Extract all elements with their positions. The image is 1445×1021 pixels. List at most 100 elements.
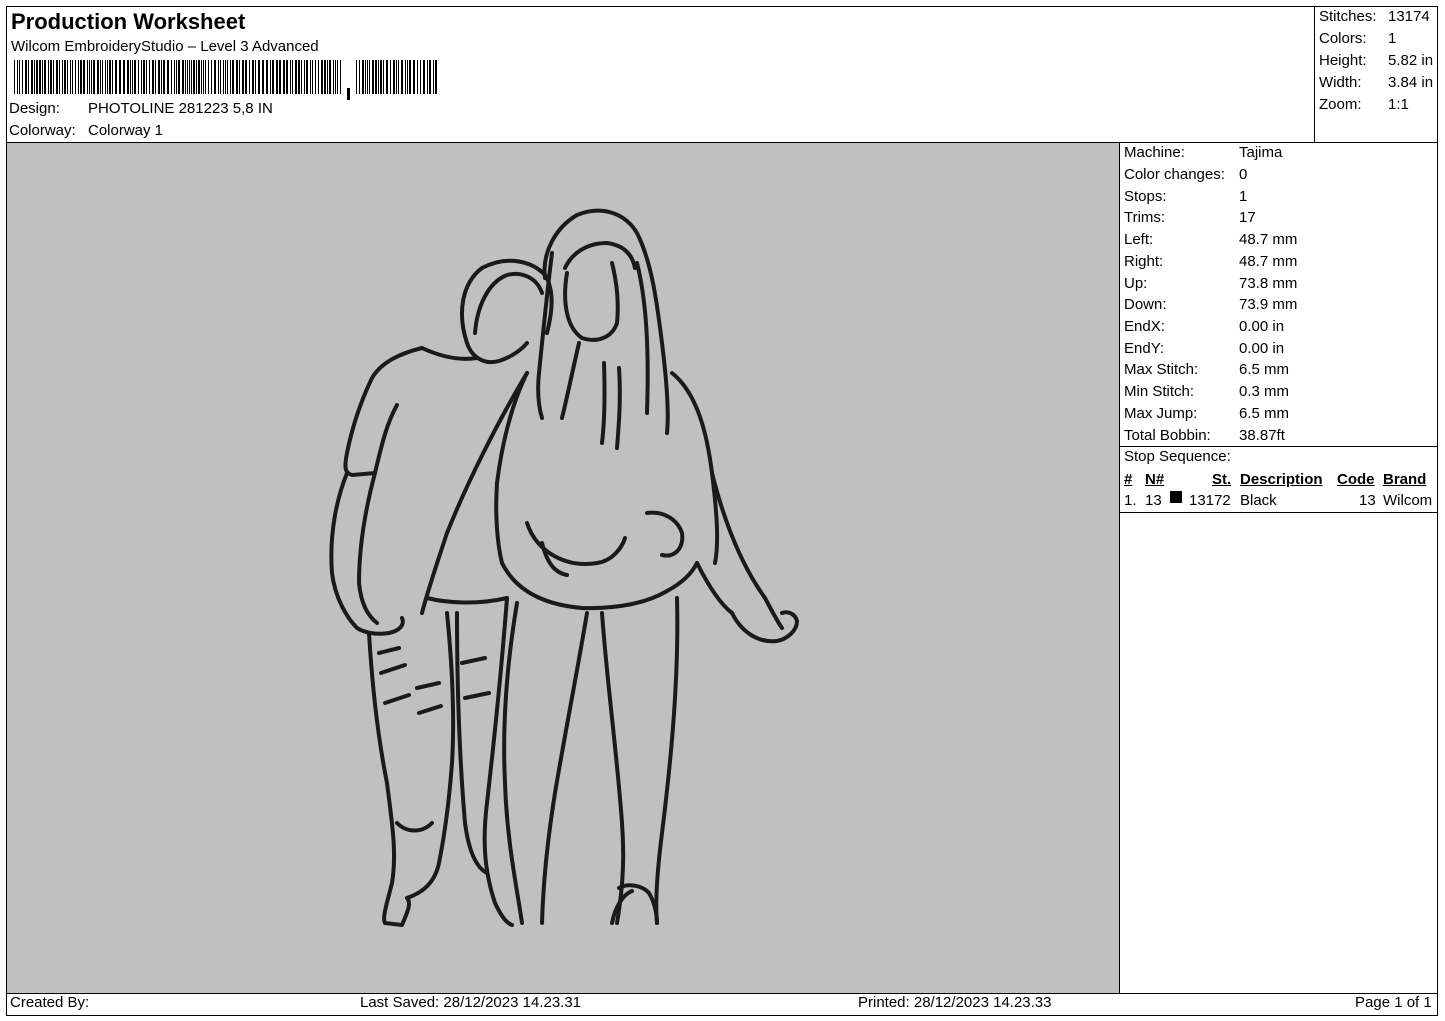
barcode-bar	[283, 60, 285, 94]
barcode-bar	[59, 60, 60, 94]
detail-down: Down: 73.9 mm	[1124, 296, 1298, 313]
barcode-bar	[189, 60, 190, 94]
barcode-bar	[89, 60, 90, 94]
girl-hand	[730, 610, 799, 644]
boy-leg-left	[367, 631, 397, 925]
girl-hoodie-hem	[500, 561, 699, 611]
barcode-bar	[318, 60, 319, 94]
barcode-bar	[22, 60, 23, 94]
barcode-bar	[290, 60, 291, 94]
barcode-bar	[70, 60, 71, 94]
detail-max-jump: Max Jump: 6.5 mm	[1124, 405, 1290, 422]
barcode-bar	[176, 60, 177, 94]
barcode-bar	[44, 60, 46, 94]
barcode-bar	[362, 60, 364, 94]
barcode-bar	[301, 60, 302, 94]
detail-stops: Stops: 1	[1124, 188, 1248, 205]
barcode-bar	[245, 60, 247, 94]
barcode-bar	[369, 60, 370, 94]
barcode-bar	[306, 60, 308, 94]
barcode-bar	[187, 60, 188, 94]
barcode-bar	[109, 60, 111, 94]
girl-hair-strand2	[560, 341, 581, 420]
barcode-bar	[100, 60, 101, 94]
barcode	[14, 60, 437, 100]
barcode-bar	[401, 60, 403, 94]
color-swatch	[1170, 491, 1182, 503]
embroidery-design	[329, 208, 799, 927]
barcode-bar	[333, 60, 334, 94]
design-canvas	[7, 143, 1119, 993]
stop-table-bottom	[1119, 512, 1438, 513]
girl-face	[563, 261, 620, 342]
barcode-bar	[372, 60, 374, 94]
colorway-value: Colorway 1	[88, 122, 164, 139]
barcode-bar	[203, 60, 204, 94]
stop-row-needle: 13	[1145, 492, 1162, 509]
barcode-bar	[48, 60, 49, 94]
barcode-bar	[143, 60, 145, 94]
detail-total-bobbin: Total Bobbin: 38.87ft	[1124, 427, 1285, 444]
created-by: Created By:	[10, 994, 90, 1011]
barcode-bar	[14, 60, 15, 94]
barcode-bar	[375, 60, 377, 94]
stop-col-num: #	[1124, 471, 1133, 488]
barcode-bar	[167, 60, 169, 94]
barcode-bar	[324, 60, 326, 94]
barcode-bar	[211, 60, 212, 94]
barcode-bar	[435, 60, 437, 94]
barcode-bar	[75, 60, 76, 94]
barcode-bar	[205, 60, 206, 94]
barcode-bar	[270, 60, 271, 94]
page-title: Production Worksheet	[11, 9, 246, 34]
worksheet-header: Production Worksheet Wilcom EmbroiderySt…	[6, 6, 1314, 142]
barcode-bar	[178, 60, 180, 94]
girl-drawstring-r	[615, 366, 622, 450]
barcode-bar	[272, 60, 274, 94]
barcode-bar	[214, 60, 216, 94]
detail-machine: Machine: Tajima	[1124, 144, 1283, 161]
summary-width-value: 3.84 in	[1388, 74, 1434, 91]
stop-row-description: Black	[1240, 492, 1277, 509]
girl-hoodie-right	[670, 371, 720, 565]
barcode-bar	[407, 60, 408, 94]
girl-leg-left	[502, 601, 524, 925]
stop-row-num: 1.	[1124, 492, 1137, 509]
stop-col-needle: N#	[1145, 471, 1165, 488]
barcode-bar	[36, 60, 38, 94]
barcode-bar	[396, 60, 397, 94]
barcode-bar	[279, 60, 281, 94]
barcode-bar	[158, 60, 160, 94]
boy-shirt-hem	[425, 596, 509, 605]
barcode-bar	[39, 60, 41, 94]
summary-zoom-label: Zoom:	[1319, 96, 1362, 113]
barcode-bar	[398, 60, 399, 94]
barcode-bar	[383, 60, 384, 94]
panel-divider	[1119, 142, 1120, 993]
barcode-bar	[276, 60, 278, 94]
barcode-bar	[155, 60, 156, 94]
summary-divider	[1314, 6, 1315, 143]
summary-height-value: 5.82 in	[1388, 52, 1434, 69]
barcode-bar	[393, 60, 395, 94]
barcode-bar	[91, 60, 92, 94]
barcode-bar	[433, 60, 434, 94]
barcode-bar	[298, 60, 300, 94]
barcode-bar	[161, 60, 162, 94]
barcode-bar	[327, 60, 328, 94]
barcode-bar	[315, 60, 316, 94]
last-saved: Last Saved: 28/12/2023 14.23.31	[360, 994, 582, 1011]
boy-arm	[329, 471, 359, 630]
detail-trims: Trims: 17	[1124, 209, 1256, 226]
barcode-bar	[262, 60, 264, 94]
barcode-bar	[112, 60, 113, 94]
barcode-bar	[31, 60, 33, 94]
barcode-bar	[130, 60, 131, 94]
barcode-bar	[365, 60, 366, 94]
barcode-bar	[218, 60, 219, 94]
barcode-bar	[198, 60, 200, 94]
summary-height-label: Height:	[1319, 52, 1367, 69]
barcode-bar	[335, 60, 336, 94]
barcode-bar	[340, 60, 341, 94]
barcode-bar	[171, 60, 172, 94]
